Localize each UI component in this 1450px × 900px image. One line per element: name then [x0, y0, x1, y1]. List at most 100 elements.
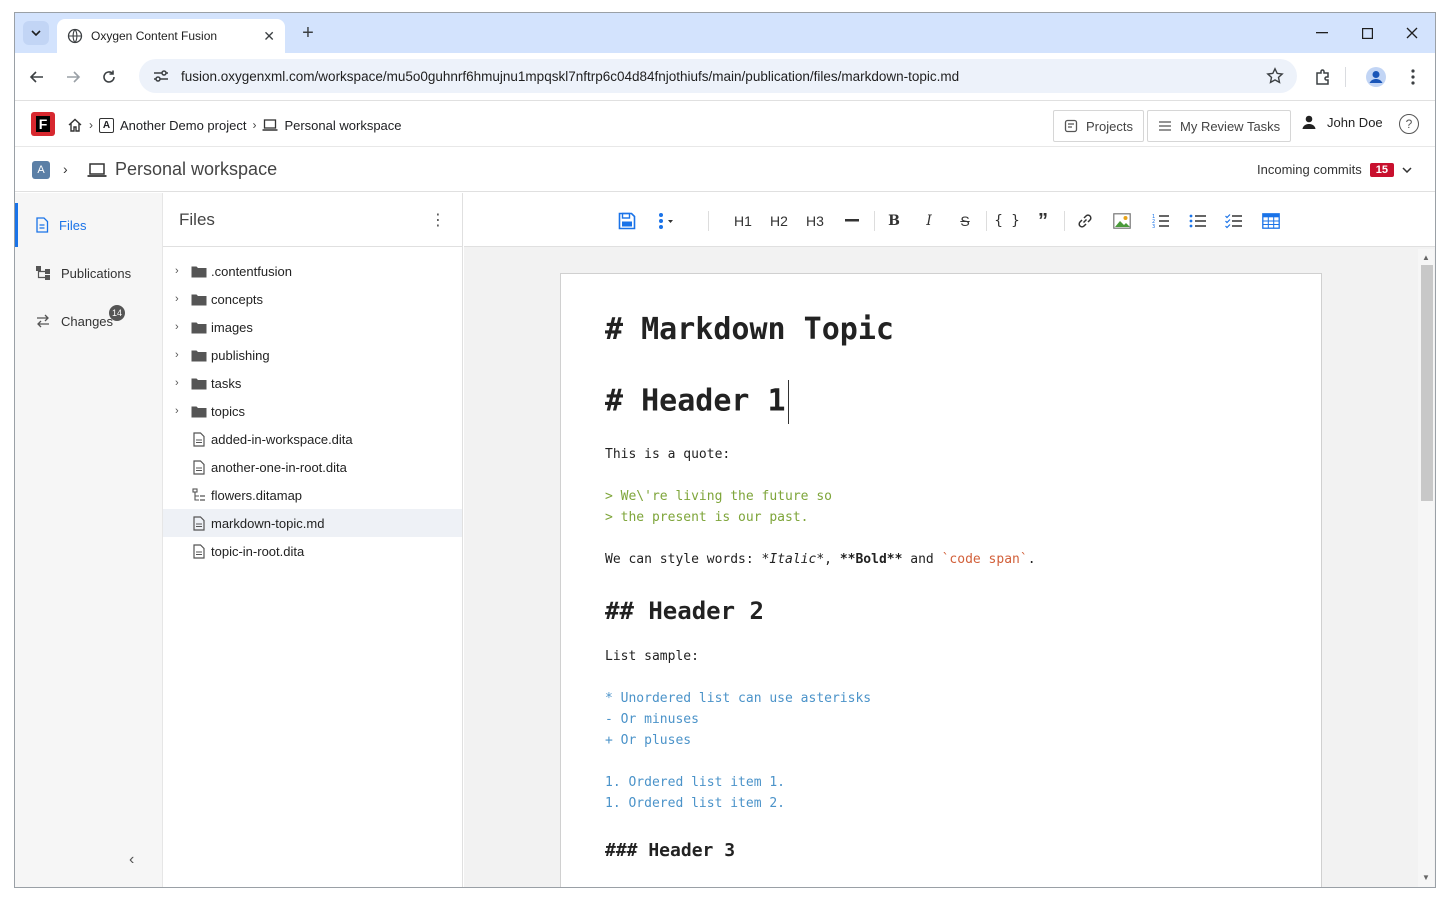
- toolbar-separator: [708, 211, 709, 231]
- nav-item-publications[interactable]: Publications: [15, 251, 163, 295]
- user-name: John Doe: [1327, 114, 1383, 130]
- tree-item-label: concepts: [211, 291, 264, 307]
- heading-2: ## Header 2: [605, 597, 764, 625]
- back-button[interactable]: [25, 65, 49, 89]
- italic-button[interactable]: I: [916, 208, 942, 234]
- nav-item-changes[interactable]: Changes 14: [15, 299, 163, 343]
- home-icon[interactable]: [67, 117, 83, 133]
- strikethrough-button[interactable]: S: [952, 208, 978, 234]
- chevron-right-icon[interactable]: ›: [175, 265, 179, 277]
- workspace-bar: A › Personal workspace Incoming commits …: [15, 147, 1435, 192]
- close-tab-icon[interactable]: ✕: [263, 28, 275, 45]
- heading-1-button[interactable]: H1: [730, 208, 756, 234]
- tree-item-label: another-one-in-root.dita: [211, 459, 347, 475]
- url-text[interactable]: fusion.oxygenxml.com/workspace/mu5o0guhn…: [181, 69, 1263, 84]
- site-info-icon[interactable]: [149, 64, 173, 88]
- heading-3-button[interactable]: H3: [802, 208, 828, 234]
- editor-scrollbar-thumb[interactable]: [1421, 265, 1433, 501]
- scroll-up-arrow[interactable]: ▲: [1422, 253, 1430, 262]
- tree-folder[interactable]: › tasks: [163, 369, 462, 397]
- kebab-menu-icon: [659, 213, 673, 229]
- tree-file[interactable]: topic-in-root.dita: [163, 537, 462, 565]
- publications-icon: [36, 266, 50, 280]
- code-button[interactable]: { }: [994, 208, 1020, 234]
- insert-image-button[interactable]: [1109, 208, 1135, 234]
- help-icon[interactable]: ?: [1399, 114, 1419, 134]
- chevron-right-icon[interactable]: ›: [175, 405, 179, 417]
- my-review-tasks-button[interactable]: My Review Tasks: [1147, 110, 1292, 142]
- collapse-sidebar-icon[interactable]: ‹: [129, 851, 134, 869]
- folder-icon: [191, 347, 207, 363]
- projects-button[interactable]: Projects: [1053, 110, 1144, 142]
- chevron-right-icon[interactable]: ›: [63, 161, 68, 177]
- maximize-button[interactable]: [1352, 21, 1382, 45]
- list-item: 1. Ordered list item 1.: [605, 775, 786, 790]
- tab-search-button[interactable]: [23, 21, 49, 45]
- markdown-document[interactable]: # Markdown Topic # Header 1 This is a qu…: [560, 273, 1322, 887]
- tab-strip: Oxygen Content Fusion ✕ +: [15, 13, 1435, 53]
- scroll-down-arrow[interactable]: ▼: [1422, 873, 1430, 882]
- chevron-right-icon[interactable]: ›: [175, 349, 179, 361]
- files-menu-icon[interactable]: ⋮: [430, 210, 446, 230]
- tree-folder[interactable]: › topics: [163, 397, 462, 425]
- content-fusion-logo[interactable]: F: [31, 112, 55, 136]
- insert-table-button[interactable]: [1258, 208, 1284, 234]
- tree-file[interactable]: added-in-workspace.dita: [163, 425, 462, 453]
- chevron-right-icon[interactable]: ›: [175, 377, 179, 389]
- profile-icon[interactable]: [1364, 65, 1388, 89]
- user-menu[interactable]: John Doe: [1301, 114, 1383, 130]
- swap-icon: [37, 314, 49, 328]
- reload-button[interactable]: [97, 65, 121, 89]
- tree-folder[interactable]: › images: [163, 313, 462, 341]
- toolbar-divider: [1345, 67, 1346, 87]
- tree-item-label: markdown-topic.md: [211, 515, 325, 531]
- breadcrumb-workspace[interactable]: Personal workspace: [284, 118, 401, 133]
- tree-file[interactable]: another-one-in-root.dita: [163, 453, 462, 481]
- chevron-down-icon: [31, 30, 41, 36]
- horizontal-rule-button[interactable]: [839, 208, 865, 234]
- browser-tab[interactable]: Oxygen Content Fusion ✕: [57, 19, 285, 53]
- list-item: 1. Ordered list item 2.: [605, 796, 786, 811]
- save-button[interactable]: [614, 208, 640, 234]
- incoming-commits[interactable]: Incoming commits 15: [1257, 162, 1412, 177]
- bold-button[interactable]: B: [881, 208, 907, 234]
- kebab-menu-icon[interactable]: [1401, 65, 1425, 89]
- tree-file[interactable]: markdown-topic.md: [163, 509, 462, 537]
- heading-1: # Header 1: [605, 380, 1277, 424]
- toolbar-separator: [874, 211, 875, 231]
- chevron-right-icon: ›: [252, 118, 257, 132]
- breadcrumb-project[interactable]: Another Demo project: [120, 118, 246, 133]
- arrow-right-icon: [67, 71, 81, 83]
- insert-link-button[interactable]: [1072, 208, 1098, 234]
- more-actions-button[interactable]: [652, 208, 678, 234]
- heading-2-button[interactable]: H2: [766, 208, 792, 234]
- project-avatar[interactable]: A: [32, 161, 50, 179]
- ordered-list-button[interactable]: 123: [1148, 208, 1174, 234]
- tree-folder[interactable]: › .contentfusion: [163, 257, 462, 285]
- tree-folder[interactable]: › publishing: [163, 341, 462, 369]
- tree-folder[interactable]: › concepts: [163, 285, 462, 313]
- maximize-icon: [1361, 27, 1373, 39]
- blockquote-button[interactable]: ”: [1030, 208, 1056, 234]
- ordered-list-icon: 123: [1152, 214, 1169, 229]
- italic-sample: *Italic*: [761, 552, 825, 567]
- nav-item-files[interactable]: Files: [15, 203, 163, 247]
- minimize-button[interactable]: [1307, 21, 1337, 45]
- unordered-list-button[interactable]: [1185, 208, 1211, 234]
- style-sample: We can style words: *Italic*, **Bold** a…: [605, 552, 1036, 567]
- chevron-right-icon[interactable]: ›: [175, 293, 179, 305]
- horizontal-rule-icon: [845, 219, 859, 222]
- extensions-icon[interactable]: [1311, 65, 1335, 89]
- files-panel-title: Files: [179, 209, 215, 229]
- omnibox[interactable]: fusion.oxygenxml.com/workspace/mu5o0guhn…: [139, 59, 1297, 93]
- tree-file[interactable]: flowers.ditamap: [163, 481, 462, 509]
- close-window-button[interactable]: [1397, 21, 1427, 45]
- new-tab-button[interactable]: +: [297, 23, 319, 45]
- task-list-button[interactable]: [1221, 208, 1247, 234]
- forward-button[interactable]: [61, 65, 85, 89]
- chevron-right-icon[interactable]: ›: [175, 321, 179, 333]
- list-item: * Unordered list can use asterisks: [605, 691, 872, 706]
- bookmark-star-icon[interactable]: [1263, 64, 1287, 88]
